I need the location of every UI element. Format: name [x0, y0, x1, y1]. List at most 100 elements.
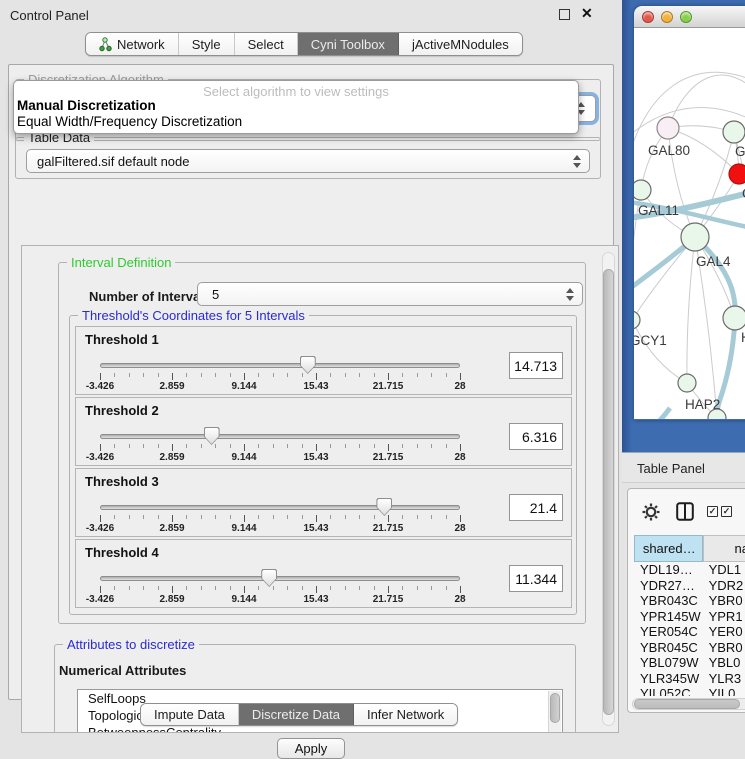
tick-mark — [114, 444, 115, 448]
network-window-titlebar[interactable] — [634, 6, 745, 28]
mac-zoom-button[interactable] — [680, 11, 692, 23]
mac-close-button[interactable] — [642, 11, 654, 23]
checkbox-icon[interactable]: ✓ — [721, 506, 732, 517]
tick-mark — [215, 373, 216, 377]
checkbox-icon[interactable]: ✓ — [707, 506, 718, 517]
tick-label: 2.859 — [159, 523, 184, 534]
table-cell: YDL19… — [634, 562, 703, 578]
network-node-ga[interactable] — [723, 121, 745, 143]
tab-discretize-data[interactable]: Discretize Data — [239, 704, 354, 725]
tick-mark — [201, 373, 202, 377]
algorithm-option-equal-width-frequency-discretization[interactable]: Equal Width/Frequency Discretization — [14, 114, 578, 130]
table-cell: YIL052C — [634, 686, 703, 696]
tick-mark — [316, 515, 317, 522]
tick-mark — [302, 515, 303, 519]
slider-track[interactable] — [100, 576, 460, 581]
slider-thumb-face — [262, 570, 276, 586]
network-node-gal4[interactable] — [681, 223, 709, 251]
network-graph[interactable]: GAL80GACGAL11GAL4GCY1HHAP2 — [634, 28, 745, 419]
table-row[interactable]: YDR27…YDR2 — [628, 578, 745, 594]
threshold-slider[interactable]: -3.4262.8599.14415.4321.71528 — [100, 327, 460, 396]
threshold-value-field[interactable]: 14.713 — [509, 352, 563, 379]
tick-mark — [230, 444, 231, 448]
tick-mark — [431, 515, 432, 519]
column-header[interactable]: na — [703, 535, 745, 562]
tab-infer-network[interactable]: Infer Network — [354, 704, 457, 725]
table-row[interactable]: YER054CYER0 — [628, 624, 745, 640]
slider-thumb-face — [205, 428, 219, 444]
threshold-value-field[interactable]: 21.4 — [509, 494, 563, 521]
tick-mark — [431, 586, 432, 590]
table-row[interactable]: YBL079WYBL0 — [628, 655, 745, 671]
network-node-gcy1[interactable] — [634, 311, 640, 329]
tick-mark — [388, 515, 389, 522]
algorithm-option-manual-discretization[interactable]: Manual Discretization — [14, 98, 578, 114]
network-node-hap2[interactable] — [678, 374, 696, 392]
attributes-scrollbar[interactable] — [548, 691, 561, 733]
slider-track[interactable] — [100, 434, 460, 439]
table-row[interactable]: YDL19…YDL1 — [628, 562, 745, 578]
network-node-gal80[interactable] — [657, 117, 679, 139]
bottom-tab-bar: Impute DataDiscretize DataInfer Network — [140, 703, 458, 726]
slider-thumb[interactable] — [261, 569, 277, 587]
interval-definition-group: Interval Definition Number of Intervals … — [58, 262, 586, 624]
tick-mark — [402, 515, 403, 519]
slider-thumb-face — [301, 357, 315, 373]
table-cell: YDL1 — [703, 562, 745, 578]
slider-track[interactable] — [100, 505, 460, 510]
attributes-scrollbar-thumb[interactable] — [550, 693, 560, 723]
tick-mark — [230, 515, 231, 519]
tick-mark — [302, 586, 303, 590]
table-cell: YBR0 — [703, 640, 745, 656]
slider-thumb[interactable] — [376, 498, 392, 516]
threshold-slider[interactable]: -3.4262.8599.14415.4321.71528 — [100, 469, 460, 538]
float-window-icon[interactable] — [559, 9, 570, 20]
table-row[interactable]: YBR045CYBR0 — [628, 640, 745, 656]
slider-track[interactable] — [100, 363, 460, 368]
panel-scrollbar[interactable] — [602, 252, 615, 726]
tick-mark — [460, 373, 461, 380]
network-canvas[interactable]: GAL80GACGAL11GAL4GCY1HHAP2 — [634, 28, 745, 419]
tick-mark — [215, 586, 216, 590]
table-row[interactable]: YIL052CYIL0 — [628, 686, 745, 696]
apply-button[interactable]: Apply — [277, 738, 345, 759]
tab-network[interactable]: Network — [86, 33, 179, 55]
tab-select[interactable]: Select — [235, 33, 298, 55]
tick-mark — [172, 586, 173, 593]
tick-mark — [215, 515, 216, 519]
tick-mark — [287, 586, 288, 590]
slider-thumb[interactable] — [204, 427, 220, 445]
column-layout-icon[interactable] — [676, 502, 694, 521]
table-hscrollbar-thumb[interactable] — [634, 699, 740, 709]
tab-cyni-toolbox[interactable]: Cyni Toolbox — [298, 33, 399, 55]
table-row[interactable]: YPR145WYPR1 — [628, 609, 745, 625]
threshold-value-field[interactable]: 11.344 — [509, 565, 563, 592]
slider-thumb[interactable] — [300, 356, 316, 374]
threshold-slider[interactable]: -3.4262.8599.14415.4321.71528 — [100, 540, 460, 609]
network-node-h[interactable] — [723, 306, 745, 330]
num-intervals-combobox[interactable]: 5 — [197, 282, 583, 306]
tick-mark — [417, 515, 418, 519]
tab-jactivemnodules[interactable]: jActiveMNodules — [399, 33, 522, 55]
tick-mark — [446, 586, 447, 590]
close-icon[interactable]: ✕ — [581, 5, 593, 22]
tick-mark — [388, 373, 389, 380]
tick-label: -3.426 — [86, 594, 114, 605]
table-row[interactable]: YBR043CYBR0 — [628, 593, 745, 609]
column-header[interactable]: shared… — [634, 535, 703, 562]
node-label: GAL4 — [696, 254, 731, 269]
tab-style[interactable]: Style — [179, 33, 235, 55]
network-node-gal11[interactable] — [634, 180, 651, 200]
tick-mark — [388, 586, 389, 593]
tab-impute-data[interactable]: Impute Data — [141, 704, 239, 725]
tick-mark — [417, 373, 418, 377]
table-horizontal-scrollbar[interactable] — [632, 698, 745, 710]
network-node-c[interactable] — [729, 164, 745, 184]
mac-minimize-button[interactable] — [661, 11, 673, 23]
panel-scrollbar-thumb[interactable] — [603, 269, 614, 715]
threshold-slider[interactable]: -3.4262.8599.14415.4321.71528 — [100, 398, 460, 467]
gear-icon[interactable] — [642, 503, 660, 521]
table-row[interactable]: YLR345WYLR3 — [628, 671, 745, 687]
table-data-combobox[interactable]: galFiltered.sif default node — [26, 149, 590, 173]
threshold-value-field[interactable]: 6.316 — [509, 423, 563, 450]
